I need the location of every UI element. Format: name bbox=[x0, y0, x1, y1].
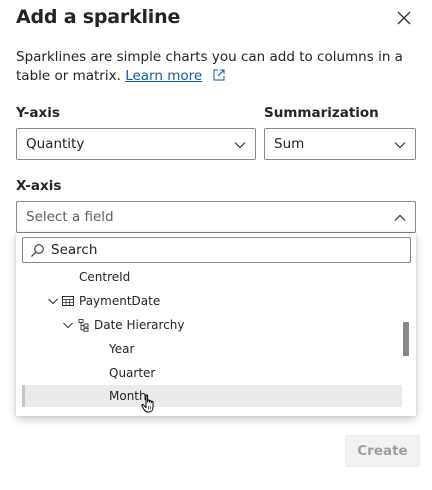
summarization-label: Summarization bbox=[264, 105, 379, 121]
tree-item-label: PaymentDate bbox=[79, 294, 161, 308]
summarization-value: Sum bbox=[274, 136, 305, 152]
tree-item-label: CentreId bbox=[79, 270, 131, 284]
dialog-description: Sparklines are simple charts you can add… bbox=[16, 48, 411, 86]
close-button[interactable] bbox=[394, 8, 414, 28]
tree-item-year[interactable]: Year bbox=[22, 338, 402, 360]
tree-item-label: Quarter bbox=[109, 366, 156, 380]
description-text: Sparklines are simple charts you can add… bbox=[16, 49, 403, 84]
tree-item-quarter[interactable]: Quarter bbox=[22, 362, 402, 384]
tree-item-centreid[interactable]: CentreId bbox=[22, 266, 402, 288]
list-scrollbar-thumb[interactable] bbox=[403, 322, 409, 356]
search-icon bbox=[31, 244, 44, 257]
close-icon bbox=[397, 11, 411, 25]
dialog-title: Add a sparkline bbox=[16, 6, 181, 28]
chevron-down-icon[interactable] bbox=[46, 294, 60, 308]
chevron-down-icon bbox=[394, 142, 406, 149]
yaxis-value: Quantity bbox=[26, 136, 85, 152]
tree-item-label: Date Hierarchy bbox=[94, 318, 185, 332]
summarization-dropdown[interactable]: Sum bbox=[264, 128, 416, 160]
field-search-input[interactable]: Search bbox=[22, 237, 411, 263]
hierarchy-icon bbox=[78, 319, 89, 332]
learn-more-link[interactable]: Learn more bbox=[125, 68, 202, 84]
create-button[interactable]: Create bbox=[345, 435, 420, 467]
search-placeholder: Search bbox=[51, 242, 98, 258]
chevron-down-icon bbox=[234, 142, 246, 149]
yaxis-label: Y-axis bbox=[16, 105, 60, 121]
tree-item-label: Year bbox=[109, 342, 135, 356]
tree-item-month[interactable]: Month bbox=[22, 385, 402, 407]
table-icon bbox=[62, 296, 74, 306]
tree-item-date-hierarchy[interactable]: Date Hierarchy bbox=[22, 314, 402, 336]
chevron-up-icon bbox=[394, 214, 406, 221]
xaxis-placeholder: Select a field bbox=[26, 209, 114, 225]
yaxis-dropdown[interactable]: Quantity bbox=[16, 128, 256, 160]
chevron-down-icon[interactable] bbox=[61, 318, 75, 332]
xaxis-label: X-axis bbox=[16, 178, 62, 194]
field-list-popup[interactable]: Search CentreId PaymentDate Date Hierarc… bbox=[16, 233, 416, 416]
external-link-icon[interactable] bbox=[212, 68, 226, 82]
hover-indicator bbox=[22, 385, 25, 407]
xaxis-dropdown[interactable]: Select a field bbox=[16, 201, 416, 233]
tree-item-paymentdate[interactable]: PaymentDate bbox=[22, 290, 402, 312]
tree-item-label: Month bbox=[109, 389, 147, 403]
